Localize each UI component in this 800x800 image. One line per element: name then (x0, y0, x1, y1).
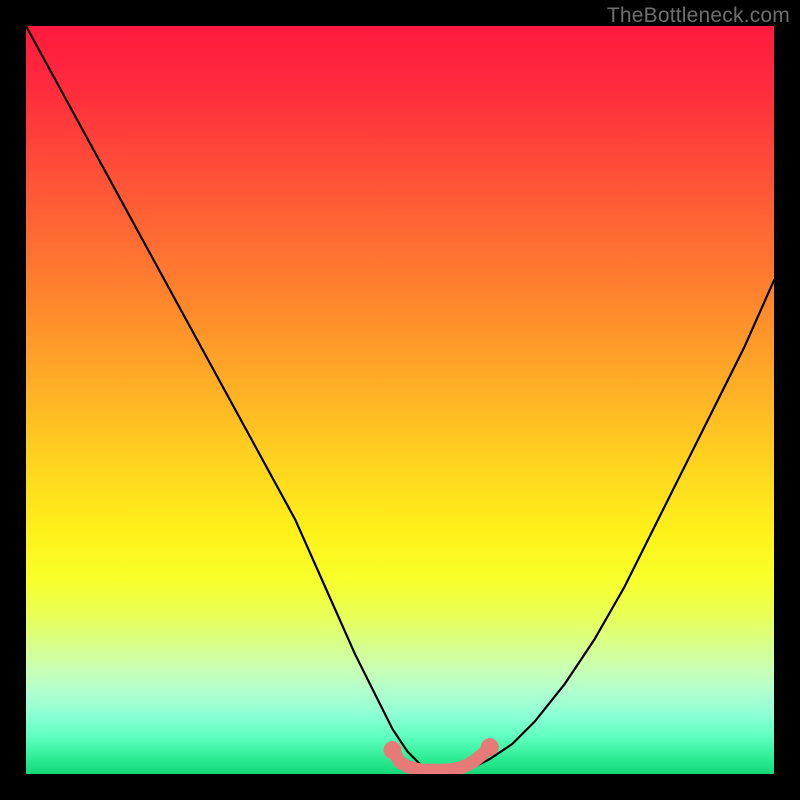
right-curve (475, 280, 774, 766)
highlight-endpoint-1 (481, 738, 499, 756)
watermark-text: TheBottleneck.com (607, 4, 790, 28)
plot-area (26, 26, 774, 774)
highlight-endpoint-0 (384, 741, 402, 759)
chart-frame: TheBottleneck.com (0, 0, 800, 800)
chart-svg (26, 26, 774, 774)
left-curve (26, 26, 422, 767)
